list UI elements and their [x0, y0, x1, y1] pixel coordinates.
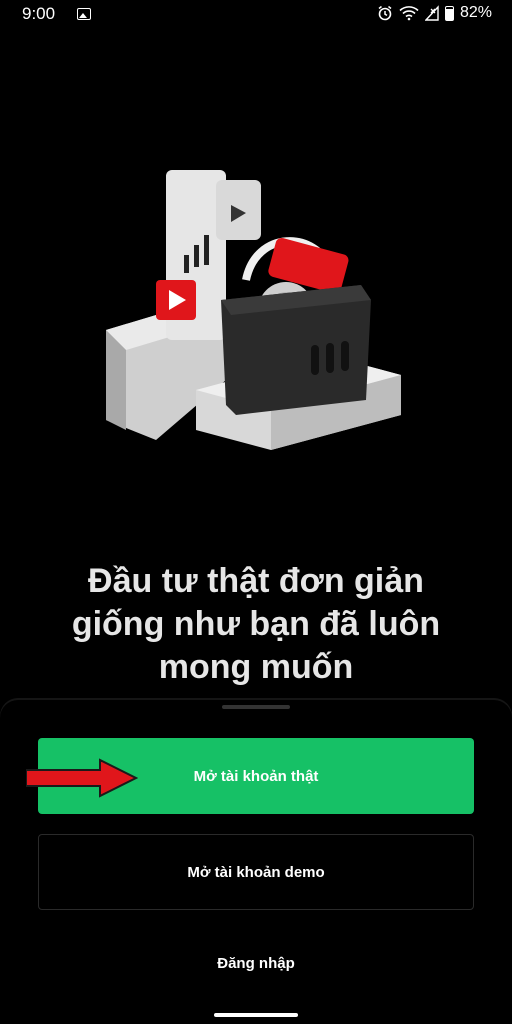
status-icons: 82% — [377, 4, 492, 22]
open-demo-account-label: Mở tài khoản demo — [187, 863, 325, 881]
image-icon — [77, 8, 91, 20]
wifi-icon — [399, 6, 419, 21]
alarm-icon — [378, 5, 392, 21]
headline: Đầu tư thật đơn giản giống như bạn đã lu… — [71, 562, 441, 686]
open-real-account-label: Mở tài khoản thật — [193, 767, 319, 785]
annotation-arrow-icon — [26, 758, 138, 798]
investment-illustration — [106, 170, 401, 450]
battery-percent: 82% — [459, 4, 492, 21]
signal-icon — [424, 5, 439, 21]
battery-icon — [444, 5, 454, 21]
status-time: 9:00 — [22, 4, 56, 23]
home-indicator[interactable] — [214, 1013, 298, 1017]
login-link[interactable]: Đăng nhập — [0, 955, 512, 972]
sheet-drag-handle[interactable] — [222, 705, 290, 709]
status-bar: 9:00 82% — [0, 0, 512, 30]
open-demo-account-button[interactable]: Mở tài khoản demo — [38, 834, 474, 910]
